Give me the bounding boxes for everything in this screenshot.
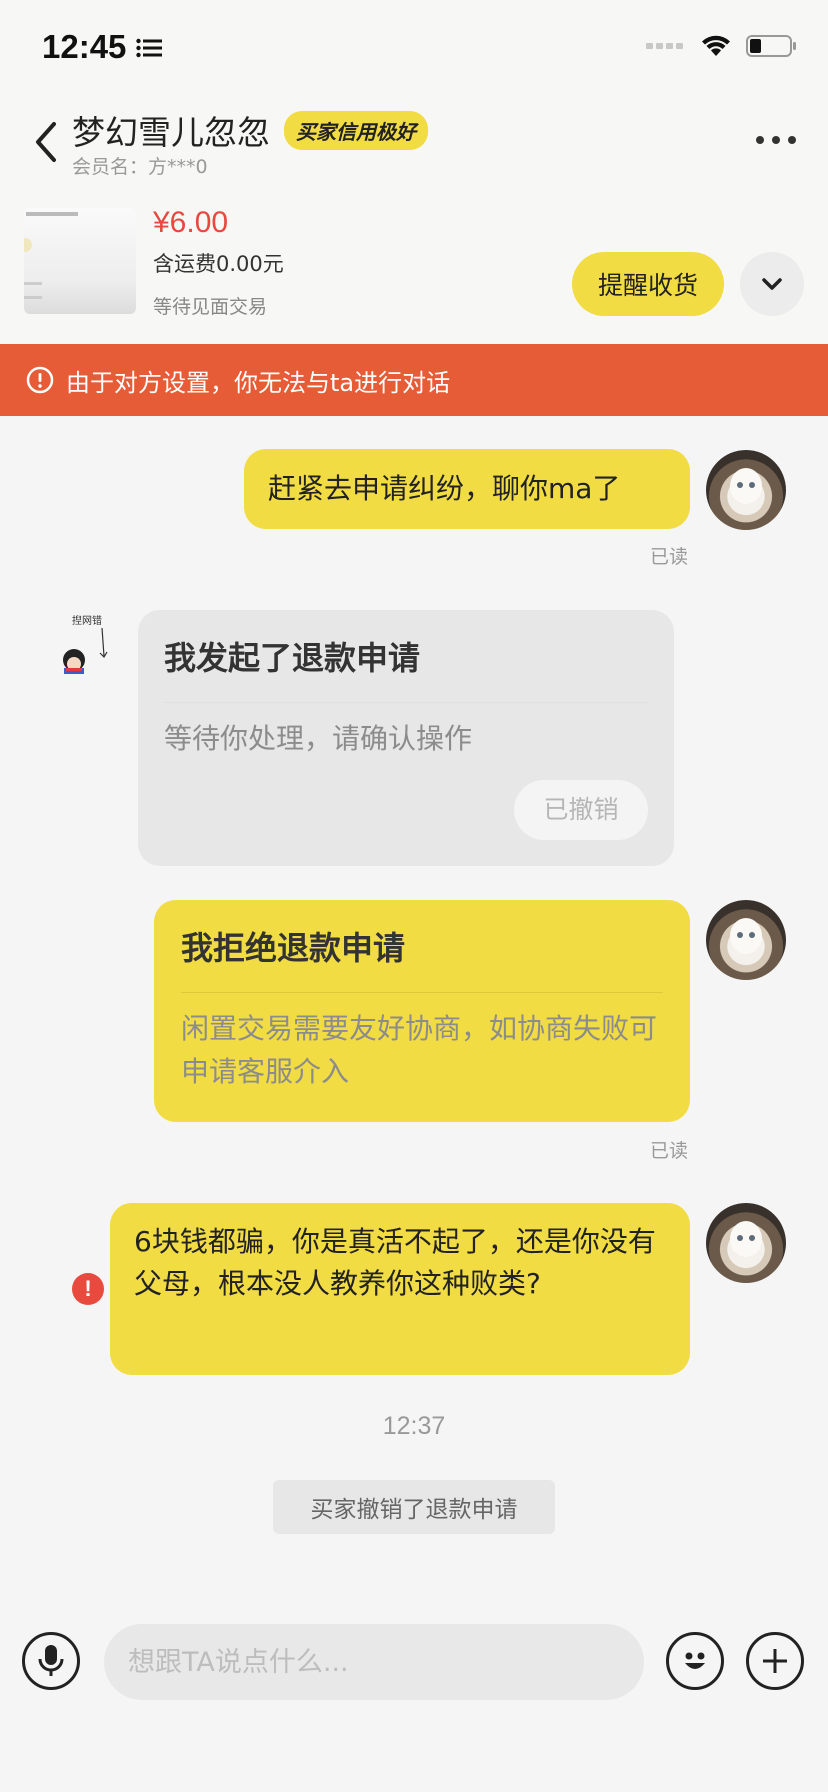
alert-text: 由于对方设置，你无法与ta进行对话 [66,368,451,397]
timestamp: 12:37 [382,1412,446,1440]
product-thumbnail[interactable] [24,208,136,314]
composer-bar [0,1610,828,1720]
message-bubble[interactable]: 6块钱都骗，你是真活不起了，还是你没有父母，根本没人教养你这种败类? [110,1203,690,1375]
microphone-icon [38,1645,64,1676]
member-name: 会员名：方***0 [72,156,208,178]
cellular-signal-icon [646,43,683,49]
warning-icon [26,366,54,394]
battery-icon [746,35,796,57]
voice-button[interactable] [22,1632,80,1690]
message-text: 6块钱都骗，你是真活不起了，还是你没有父母，根本没人教养你这种败类? [134,1225,656,1300]
read-receipt: 已读 [650,1140,689,1162]
card-description: 闲置交易需要友好协商，如协商失败可申请客服介入 [181,1012,658,1089]
contact-name: 梦幻雪儿忽忽 [72,113,270,152]
card-title: 我拒绝退款申请 [181,929,406,967]
more-icon[interactable] [756,136,796,144]
status-time: 12:45 [42,28,127,65]
revoked-button[interactable]: 已撤销 [514,780,648,840]
send-failed-icon[interactable]: ! [72,1273,104,1305]
svg-text:揑网错: 揑网错 [72,614,102,627]
message-bubble[interactable]: 赶紧去申请纠纷，聊你ma了 [244,449,690,529]
back-icon[interactable] [32,120,58,164]
remind-receipt-button[interactable]: 提醒收货 [572,252,724,316]
card-title: 我发起了退款申请 [164,639,421,677]
plus-icon [763,1649,787,1673]
trade-status: 等待见面交易 [153,296,268,318]
divider [164,702,648,703]
wifi-icon [702,35,730,56]
shipping-fee: 含运费0.00元 [153,252,284,276]
status-bar: 12:45 [0,0,828,100]
chevron-down-icon [762,278,782,290]
chat-restriction-alert: 由于对方设置，你无法与ta进行对话 [0,344,828,416]
divider [181,992,663,993]
refund-reject-card[interactable]: 我拒绝退款申请 闲置交易需要友好协商，如协商失败可申请客服介入 [154,900,690,1122]
chat-header: 梦幻雪儿忽忽 买家信用极好 会员名：方***0 ¥6.00 含运费0.00元 等… [0,96,828,346]
message-input[interactable] [104,1624,644,1700]
message-text: 赶紧去申请纠纷，聊你ma了 [268,472,621,505]
product-price: ¥6.00 [153,206,229,239]
card-description: 等待你处理，请确认操作 [164,722,473,755]
system-notice: 买家撤销了退款申请 [273,1480,555,1534]
my-avatar[interactable] [706,900,786,980]
credit-badge: 买家信用极好 [284,110,428,150]
emoji-icon [685,1652,705,1669]
read-receipt: 已读 [650,546,689,568]
add-button[interactable] [746,1632,804,1690]
my-avatar[interactable] [706,450,786,530]
my-avatar[interactable] [706,1203,786,1283]
list-icon [136,38,162,58]
buyer-avatar[interactable]: 揑网错 [58,610,118,674]
emoji-button[interactable] [666,1632,724,1690]
expand-button[interactable] [740,252,804,316]
refund-request-card[interactable]: 我发起了退款申请 等待你处理，请确认操作 已撤销 [138,610,674,866]
